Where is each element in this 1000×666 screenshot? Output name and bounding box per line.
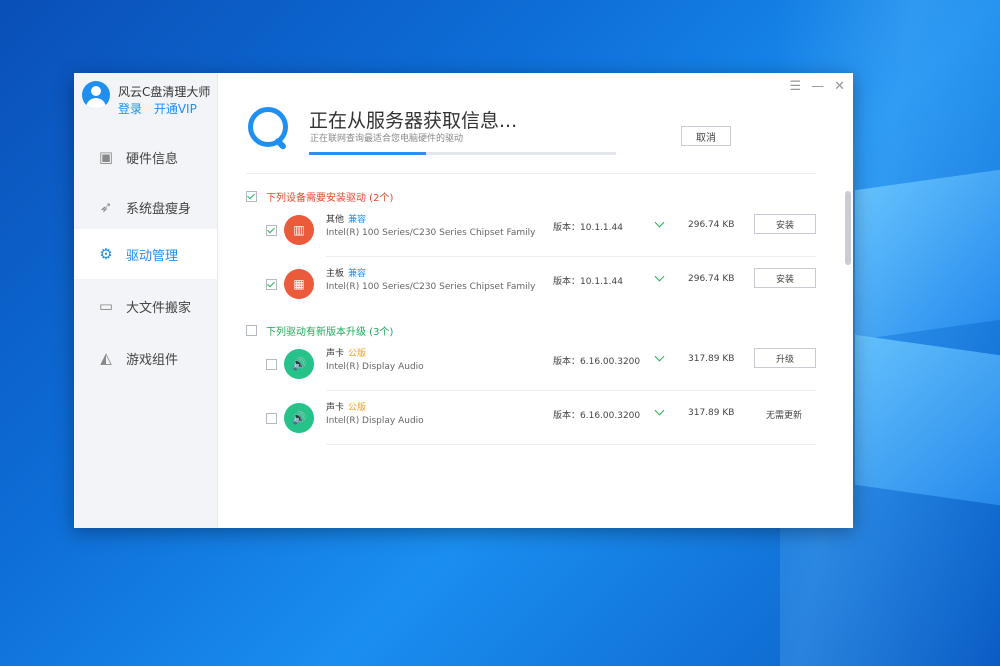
sidebar-item-label: 大文件搬家 [126,300,192,316]
user-panel: 风云C盘清理大师 登录 开通VIP [82,79,217,119]
driver-row-checkbox[interactable] [266,225,277,236]
close-icon[interactable]: ✕ [834,79,845,94]
speaker-icon: 🔊 [284,349,314,379]
device-tag: 公版 [348,349,367,359]
chevron-down-icon[interactable] [654,351,665,362]
sidebar-item-hardware-info[interactable]: ▣ 硬件信息 [74,132,217,182]
sidebar-item-system-disk-slim[interactable]: ➶ 系统盘瘦身 [74,182,217,232]
progress-bar [309,152,616,155]
driver-row: ▦ 主板 兼容 Intel(R) 100 Series/C230 Series C… [246,257,816,311]
driver-version: 版本：10.1.1.44 [553,223,623,233]
device-tag: 公版 [348,403,367,413]
driver-version: 版本：10.1.1.44 [553,277,623,287]
driver-version: 版本：6.16.00.3200 [553,411,641,421]
driver-row-checkbox[interactable] [266,279,277,290]
driver-row-checkbox[interactable] [266,413,277,424]
vip-link[interactable]: 开通VIP [154,102,197,116]
driver-row: 🔊 声卡 公版 Intel(R) Display Audio 版本：6.16.00… [246,391,816,445]
sidebar-item-label: 硬件信息 [126,151,179,167]
driver-version: 版本：6.16.00.3200 [553,357,641,367]
rocket-icon: ➶ [99,198,113,216]
device-other-icon: ▥ [284,215,314,245]
chevron-down-icon[interactable] [654,217,665,228]
section-install-title: 下列设备需要安装驱动 (2个) [266,193,394,204]
section-install-checkbox[interactable] [246,191,257,202]
driver-size: 296.74 KB [688,274,735,284]
sidebar-item-label: 游戏组件 [126,352,179,368]
no-update-label: 无需更新 [766,411,803,421]
device-description: Intel(R) 100 Series/C230 Series Chipset … [326,282,536,292]
menu-icon[interactable]: ☰ [789,79,801,94]
game-icon: ◭ [100,349,112,367]
section-install-header: 下列设备需要安装驱动 (2个) [246,189,393,204]
status-title: 正在从服务器获取信息... [309,110,518,132]
sidebar-item-large-file-move[interactable]: ▭ 大文件搬家 [74,281,217,331]
main-panel: ☰ — ✕ 正在从服务器获取信息... 正在联网查询最适合您电脑硬件的驱动 取消… [218,73,853,528]
avatar-icon[interactable] [82,81,110,109]
driver-size: 296.74 KB [688,220,735,230]
section-upgrade-header: 下列驱动有新版本升级 (3个) [246,323,393,338]
chevron-down-icon[interactable] [654,271,665,282]
sidebar-item-game-components[interactable]: ◭ 游戏组件 [74,333,217,383]
device-tag: 兼容 [348,269,367,279]
device-name: 其他 兼容 [326,215,367,225]
windows-logo-background [855,169,1000,506]
sidebar-item-label: 驱动管理 [126,248,179,264]
section-upgrade-checkbox[interactable] [246,325,257,336]
device-name: 声卡 公版 [326,403,367,413]
driver-row: 🔊 声卡 公版 Intel(R) Display Audio 版本：6.16.00… [246,337,816,391]
scrollbar-thumb[interactable] [845,191,851,265]
sidebar-item-label: 系统盘瘦身 [126,201,192,217]
app-window: 风云C盘清理大师 登录 开通VIP ▣ 硬件信息 ➶ 系统盘瘦身 ⚙ 驱动管理 … [74,73,853,528]
progress-fill [309,152,426,155]
device-description: Intel(R) 100 Series/C230 Series Chipset … [326,228,536,238]
install-button[interactable]: 安装 [754,268,816,288]
install-button[interactable]: 安装 [754,214,816,234]
driver-row: ▥ 其他 兼容 Intel(R) 100 Series/C230 Series C… [246,203,816,257]
user-links: 登录 开通VIP [118,100,205,117]
gear-icon: ⚙ [99,245,113,263]
sidebar: 风云C盘清理大师 登录 开通VIP ▣ 硬件信息 ➶ 系统盘瘦身 ⚙ 驱动管理 … [74,73,218,528]
motherboard-icon: ▦ [284,269,314,299]
device-description: Intel(R) Display Audio [326,416,424,426]
minimize-icon[interactable]: — [811,79,824,94]
window-controls: ☰ — ✕ [789,79,845,94]
search-icon [246,105,290,151]
hardware-icon: ▣ [98,148,114,166]
driver-size: 317.89 KB [688,354,735,364]
driver-row-checkbox[interactable] [266,359,277,370]
section-upgrade-title: 下列驱动有新版本升级 (3个) [266,327,394,338]
chevron-down-icon[interactable] [654,405,665,416]
sidebar-item-driver-management[interactable]: ⚙ 驱动管理 [74,229,217,279]
device-tag: 兼容 [348,215,367,225]
status-subtitle: 正在联网查询最适合您电脑硬件的驱动 [310,134,464,144]
row-divider [326,444,816,445]
device-name: 主板 兼容 [326,269,367,279]
cancel-button[interactable]: 取消 [681,126,731,146]
login-link[interactable]: 登录 [118,102,142,116]
device-name: 声卡 公版 [326,349,367,359]
monitor-icon: ▭ [98,297,114,315]
device-description: Intel(R) Display Audio [326,362,424,372]
divider [246,173,816,174]
driver-size: 317.89 KB [688,408,735,418]
speaker-icon: 🔊 [284,403,314,433]
upgrade-button[interactable]: 升级 [754,348,816,368]
app-title: 风云C盘清理大师 [118,85,211,99]
